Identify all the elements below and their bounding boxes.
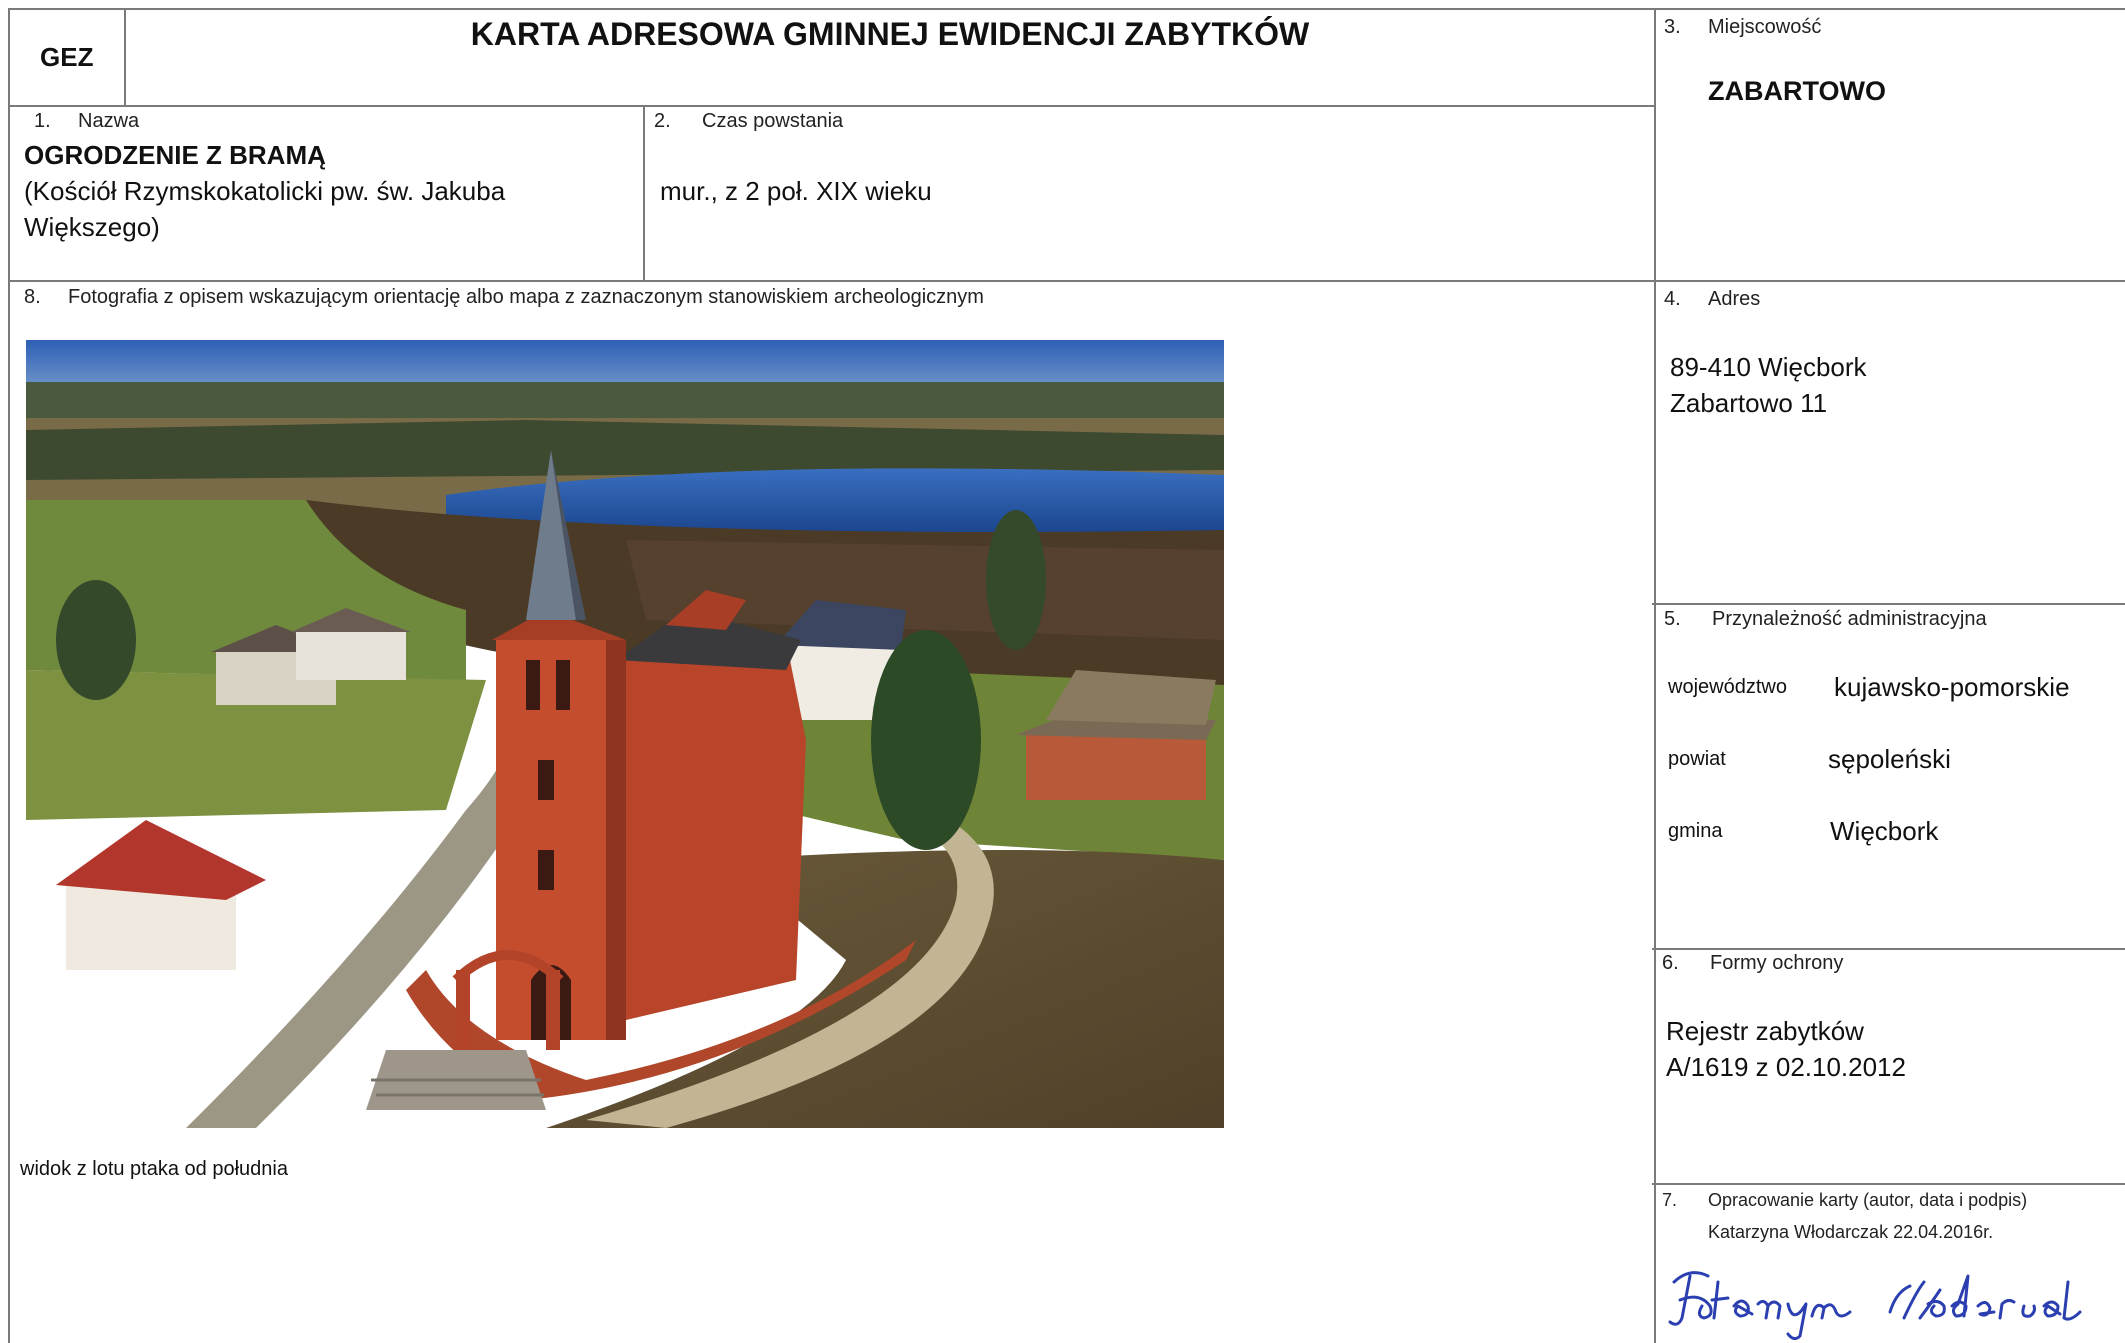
locality-value: ZABARTOWO [1708, 76, 1886, 106]
date-label: 2. Czas powstania [654, 110, 844, 132]
admin-key: województwo [1668, 676, 1787, 698]
locality-label: 3. Miejscowość [1664, 16, 1822, 38]
church-aerial-photo [26, 340, 1224, 1128]
page-title: KARTA ADRESOWA GMINNEJ EWIDENCJI ZABYTKÓ… [470, 16, 1310, 52]
object-subname-line1: (Kościół Rzymskokatolicki pw. św. Jakuba [24, 176, 506, 206]
protection-label: 6. Formy ochrony [1662, 952, 1844, 974]
admin-value: sępoleński [1828, 744, 1951, 774]
header-bottom-line [8, 105, 1656, 107]
address-label: 4. Adres [1664, 288, 1761, 310]
object-name: OGRODZENIE Z BRAMĄ [24, 140, 326, 170]
protection-bottom-line [1652, 1183, 2125, 1185]
admin-value: Więcbork [1830, 816, 1939, 846]
gez-code: GEZ [40, 42, 94, 72]
photo-caption: widok z lotu ptaka od południa [20, 1158, 288, 1180]
name-label: 1. Nazwa [34, 110, 140, 132]
admin-key: gmina [1668, 820, 1723, 842]
frame-top-line [8, 8, 2125, 10]
admin-key: powiat [1668, 748, 1726, 770]
object-subname-line2: Większego) [24, 212, 160, 242]
address-line2: Zabartowo 11 [1670, 388, 1828, 418]
author-label: 7. Opracowanie karty (autor, data i podpi… [1662, 1190, 2028, 1210]
photo-label: 8. Fotografia z opisem wskazującym orient… [24, 286, 984, 308]
admin-value: kujawsko-pomorskie [1834, 672, 2070, 702]
author-value: Katarzyna Włodarczak 22.04.2016r. [1708, 1222, 1994, 1242]
row1-bottom-line [8, 280, 2125, 282]
address-line1: 89-410 Więcbork [1670, 352, 1867, 382]
protection-line1: Rejestr zabytków [1666, 1016, 1864, 1046]
admin-bottom-line [1652, 948, 2125, 950]
date-value: mur., z 2 poł. XIX wieku [660, 176, 932, 206]
protection-line2: A/1619 z 02.10.2012 [1666, 1052, 1906, 1082]
author-signature [1668, 1271, 2082, 1341]
right-column-line [1654, 8, 1656, 1343]
frame-left-line [8, 8, 10, 1343]
admin-label: 5. Przynależność administracyjna [1664, 608, 1987, 630]
address-bottom-line [1652, 603, 2125, 605]
name-divider-line [643, 105, 645, 281]
